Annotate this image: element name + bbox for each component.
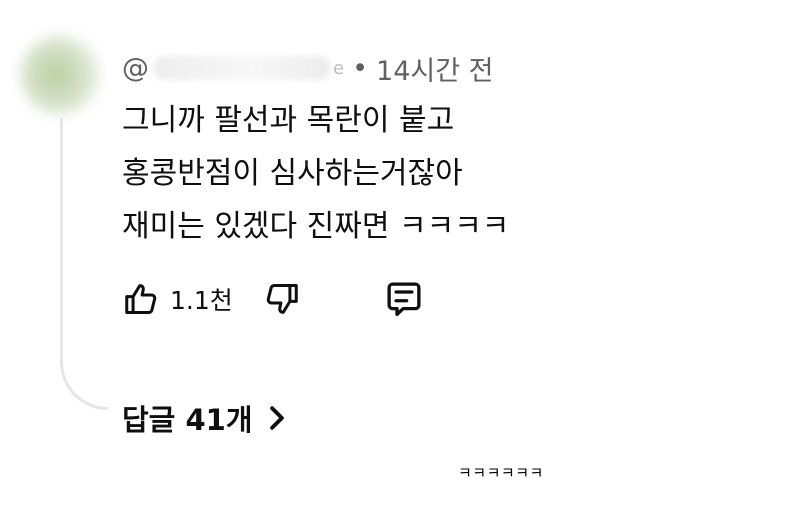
- thumbs-up-icon[interactable]: [122, 280, 160, 318]
- comment-actions: 1.1천: [122, 277, 425, 321]
- thread-line: [60, 118, 108, 410]
- author-handle-prefix[interactable]: @: [122, 53, 149, 84]
- comment-line: 그니까 팔선과 목란이 붙고: [122, 103, 455, 138]
- view-replies-button[interactable]: 답글 41개: [122, 396, 287, 440]
- comment-line: 재미는 있겠다 진짜면 ㅋㅋㅋㅋ: [122, 209, 510, 244]
- comment-icon[interactable]: [383, 278, 425, 320]
- replies-label: 답글 41개: [122, 403, 253, 437]
- comment-text: 그니까 팔선과 목란이 붙고 홍콩반점이 심사하는거잖아 재미는 있겠다 진짜면…: [122, 94, 509, 253]
- like-count: 1.1천: [170, 286, 233, 315]
- comment-header: @ e • 14시간 전: [122, 48, 493, 88]
- meta-separator: •: [352, 52, 369, 84]
- comment-line: 홍콩반점이 심사하는거잖아: [122, 156, 463, 191]
- author-handle-suffix[interactable]: e: [333, 58, 344, 79]
- author-handle-blurred[interactable]: [153, 56, 331, 80]
- thumbs-down-icon[interactable]: [263, 280, 301, 318]
- caption-text: ㅋㅋㅋㅋㅋㅋ: [458, 464, 544, 482]
- comment-thread: @ e • 14시간 전 그니까 팔선과 목란이 붙고 홍콩반점이 심사하는거잖…: [0, 0, 800, 507]
- comment-timestamp[interactable]: 14시간 전: [376, 49, 493, 88]
- chevron-right-icon: [267, 405, 287, 431]
- avatar[interactable]: [20, 35, 100, 115]
